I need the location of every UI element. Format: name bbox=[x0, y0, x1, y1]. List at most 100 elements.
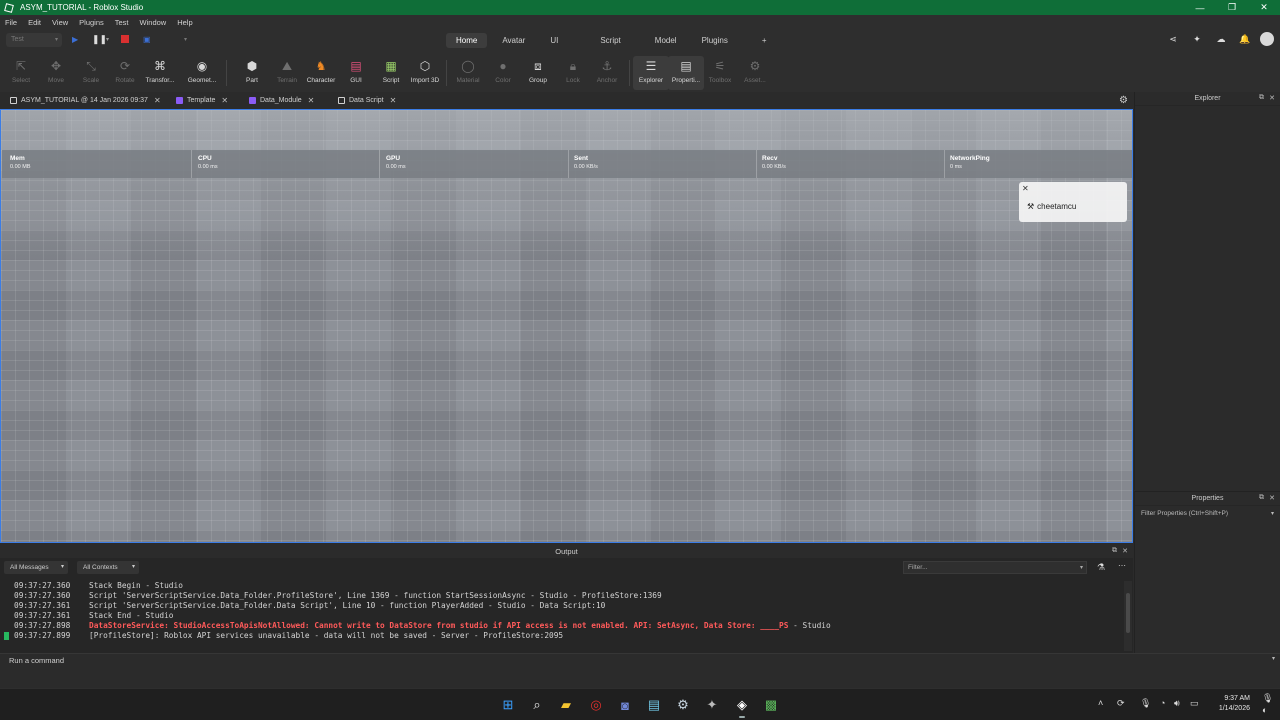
close-icon[interactable]: ✕ bbox=[1122, 547, 1128, 555]
pause-icon[interactable]: ❚❚ bbox=[92, 34, 107, 45]
maximize-button[interactable]: ❐ bbox=[1216, 0, 1248, 15]
close-icon[interactable]: ✕ bbox=[308, 96, 315, 105]
chevron-down-icon[interactable]: ▾ bbox=[1272, 655, 1275, 662]
asset-icon: ⚙ bbox=[749, 59, 761, 73]
chevron-down-icon[interactable]: ▾ bbox=[184, 36, 187, 43]
contexts-filter-dropdown[interactable]: All Contexts ▾ bbox=[77, 561, 139, 574]
terrain-tool[interactable]: ⛰ Terrain bbox=[269, 56, 305, 90]
menu-view[interactable]: View bbox=[52, 18, 68, 27]
steam-icon[interactable]: ⚙ bbox=[673, 695, 693, 715]
popout-icon[interactable]: ⧉ bbox=[1112, 547, 1117, 555]
document-icon bbox=[10, 97, 17, 104]
tab-ui[interactable]: UI bbox=[540, 33, 568, 48]
lock-tool[interactable]: 🔒︎ Lock bbox=[555, 56, 591, 90]
menu-window[interactable]: Window bbox=[140, 18, 167, 27]
anchor-tool[interactable]: ⚓︎ Anchor bbox=[589, 56, 625, 90]
close-icon[interactable]: ✕ bbox=[221, 96, 228, 105]
opera-icon[interactable]: ◎ bbox=[586, 695, 606, 715]
popout-icon[interactable]: ⧉ bbox=[1259, 94, 1264, 102]
geometry-tool[interactable]: ◉ Geomet... bbox=[184, 56, 220, 90]
toolbox-tool[interactable]: ⚟ Toolbox bbox=[702, 56, 738, 90]
battery-icon[interactable]: ▭ bbox=[1190, 698, 1199, 709]
close-icon[interactable]: ✕ bbox=[1269, 94, 1275, 102]
file-explorer-icon[interactable]: ▰ bbox=[556, 695, 576, 715]
close-icon[interactable]: ✕ bbox=[1269, 494, 1275, 502]
menu-test[interactable]: Test bbox=[115, 18, 129, 27]
menu-plugins[interactable]: Plugins bbox=[79, 18, 104, 27]
cloud-icon[interactable]: ☁ bbox=[1214, 32, 1228, 46]
discord-icon[interactable]: ◙ bbox=[615, 695, 635, 715]
player-list-card: ✕ ⚒ cheetamcu bbox=[1019, 182, 1127, 222]
share-icon[interactable]: ⋖ bbox=[1166, 32, 1180, 46]
popout-icon[interactable]: ⧉ bbox=[1259, 494, 1264, 502]
output-filter-input[interactable]: Filter... ▾ bbox=[903, 561, 1087, 574]
test-mode-select[interactable]: Test ▾ bbox=[6, 33, 62, 47]
close-icon[interactable]: ✕ bbox=[390, 96, 397, 105]
properties-tool[interactable]: ▤ Properti... bbox=[668, 56, 704, 90]
minecraft-icon[interactable]: ▩ bbox=[761, 695, 781, 715]
doc-tab-data-module[interactable]: Data_Module ✕ bbox=[249, 92, 314, 109]
scale-icon: ⤡ bbox=[86, 58, 96, 73]
command-input[interactable] bbox=[0, 654, 1270, 666]
roblox-studio-icon[interactable]: ◈ bbox=[732, 695, 752, 718]
menu-file[interactable]: File bbox=[5, 18, 17, 27]
part-tool[interactable]: ⬢ Part bbox=[234, 56, 270, 90]
windows-start-icon[interactable]: ⊞ bbox=[498, 695, 518, 715]
messages-filter-dropdown[interactable]: All Messages ▾ bbox=[4, 561, 68, 574]
menu-help[interactable]: Help bbox=[177, 18, 192, 27]
stop-icon[interactable] bbox=[121, 35, 129, 43]
clock[interactable]: 9:37 AM 1/14/2026 bbox=[1206, 694, 1250, 714]
davinci-icon[interactable]: ✦ bbox=[702, 695, 722, 715]
asset-manager-tool[interactable]: ⚙ Asset... bbox=[737, 56, 773, 90]
minimize-button[interactable]: — bbox=[1184, 0, 1216, 15]
move-tool[interactable]: ✥ Move bbox=[38, 56, 74, 90]
tab-home[interactable]: Home bbox=[446, 33, 488, 48]
sync-icon[interactable]: ⟳ bbox=[1117, 698, 1125, 709]
search-icon[interactable]: ⌕ bbox=[527, 695, 547, 715]
group-tool[interactable]: ⧈ Group bbox=[520, 56, 556, 90]
player-entry[interactable]: ⚒ cheetamcu bbox=[1027, 202, 1076, 211]
more-options-icon[interactable]: ⋯ bbox=[1118, 561, 1126, 570]
doc-tab-data-script[interactable]: Data Script ✕ bbox=[338, 92, 396, 109]
material-tool[interactable]: ◯ Material bbox=[450, 56, 486, 90]
rotate-tool[interactable]: ⟳ Rotate bbox=[107, 56, 143, 90]
notepad-icon[interactable]: ▤ bbox=[644, 695, 664, 715]
notification-icon[interactable]: ◐ bbox=[1262, 705, 1267, 715]
import-3d-tool[interactable]: ⬡ Import 3D bbox=[407, 56, 443, 90]
doc-tab-template[interactable]: Template ✕ bbox=[176, 92, 228, 109]
tab-model[interactable]: Model bbox=[645, 33, 687, 48]
add-tab-button[interactable]: + bbox=[752, 33, 777, 48]
menu-edit[interactable]: Edit bbox=[28, 18, 41, 27]
bell-icon[interactable]: 🔔 bbox=[1238, 32, 1252, 46]
tab-script[interactable]: Script bbox=[590, 33, 630, 48]
close-icon[interactable]: ✕ bbox=[154, 96, 161, 105]
scrollbar-thumb[interactable] bbox=[1126, 593, 1130, 633]
script-tool[interactable]: ▦ Script bbox=[373, 56, 409, 90]
play-icon[interactable]: ▶ bbox=[72, 35, 78, 44]
microphone-icon[interactable]: 🎙︎ bbox=[1140, 698, 1151, 709]
wifi-icon[interactable]: ◔ bbox=[1160, 698, 1165, 708]
select-tool[interactable]: ⇱ Select bbox=[3, 56, 39, 90]
gui-tool[interactable]: ▤ GUI bbox=[338, 56, 374, 90]
close-icon[interactable]: ✕ bbox=[1022, 184, 1029, 193]
clear-output-icon[interactable]: ⚗ bbox=[1097, 562, 1105, 573]
color-tool[interactable]: ● Color bbox=[485, 56, 521, 90]
chevron-up-icon[interactable]: ˄ bbox=[1098, 698, 1103, 708]
sparkle-icon[interactable]: ✦ bbox=[1190, 32, 1204, 46]
chevron-down-icon[interactable]: ▾ bbox=[106, 36, 109, 43]
speaker-icon[interactable]: 🔊︎ bbox=[1174, 698, 1180, 709]
avatar[interactable] bbox=[1260, 32, 1274, 46]
tab-plugins[interactable]: Plugins bbox=[692, 33, 738, 48]
explorer-tool[interactable]: ☰ Explorer bbox=[633, 56, 669, 90]
gear-icon[interactable]: ⚙ bbox=[1119, 95, 1128, 106]
scale-tool[interactable]: ⤡ Scale bbox=[73, 56, 109, 90]
filter-properties-input[interactable]: Filter Properties (Ctrl+Shift+P) ▾ bbox=[1139, 510, 1276, 522]
transform-tool[interactable]: ⌘ Transfor... bbox=[142, 56, 178, 90]
character-tool[interactable]: ♞ Character bbox=[303, 56, 339, 90]
3d-viewport[interactable]: Mem 0.00 MB CPU 0.00 ms GPU 0.00 ms Sent 0.0… bbox=[0, 109, 1133, 543]
tab-avatar[interactable]: Avatar bbox=[492, 33, 535, 48]
close-window-button[interactable]: ✕ bbox=[1248, 0, 1280, 15]
doc-tab-place[interactable]: ASYM_TUTORIAL @ 14 Jan 2026 09:37 ✕ bbox=[10, 92, 161, 109]
output-scrollbar[interactable] bbox=[1124, 581, 1132, 651]
client-server-icon[interactable]: ▣ bbox=[143, 35, 151, 44]
